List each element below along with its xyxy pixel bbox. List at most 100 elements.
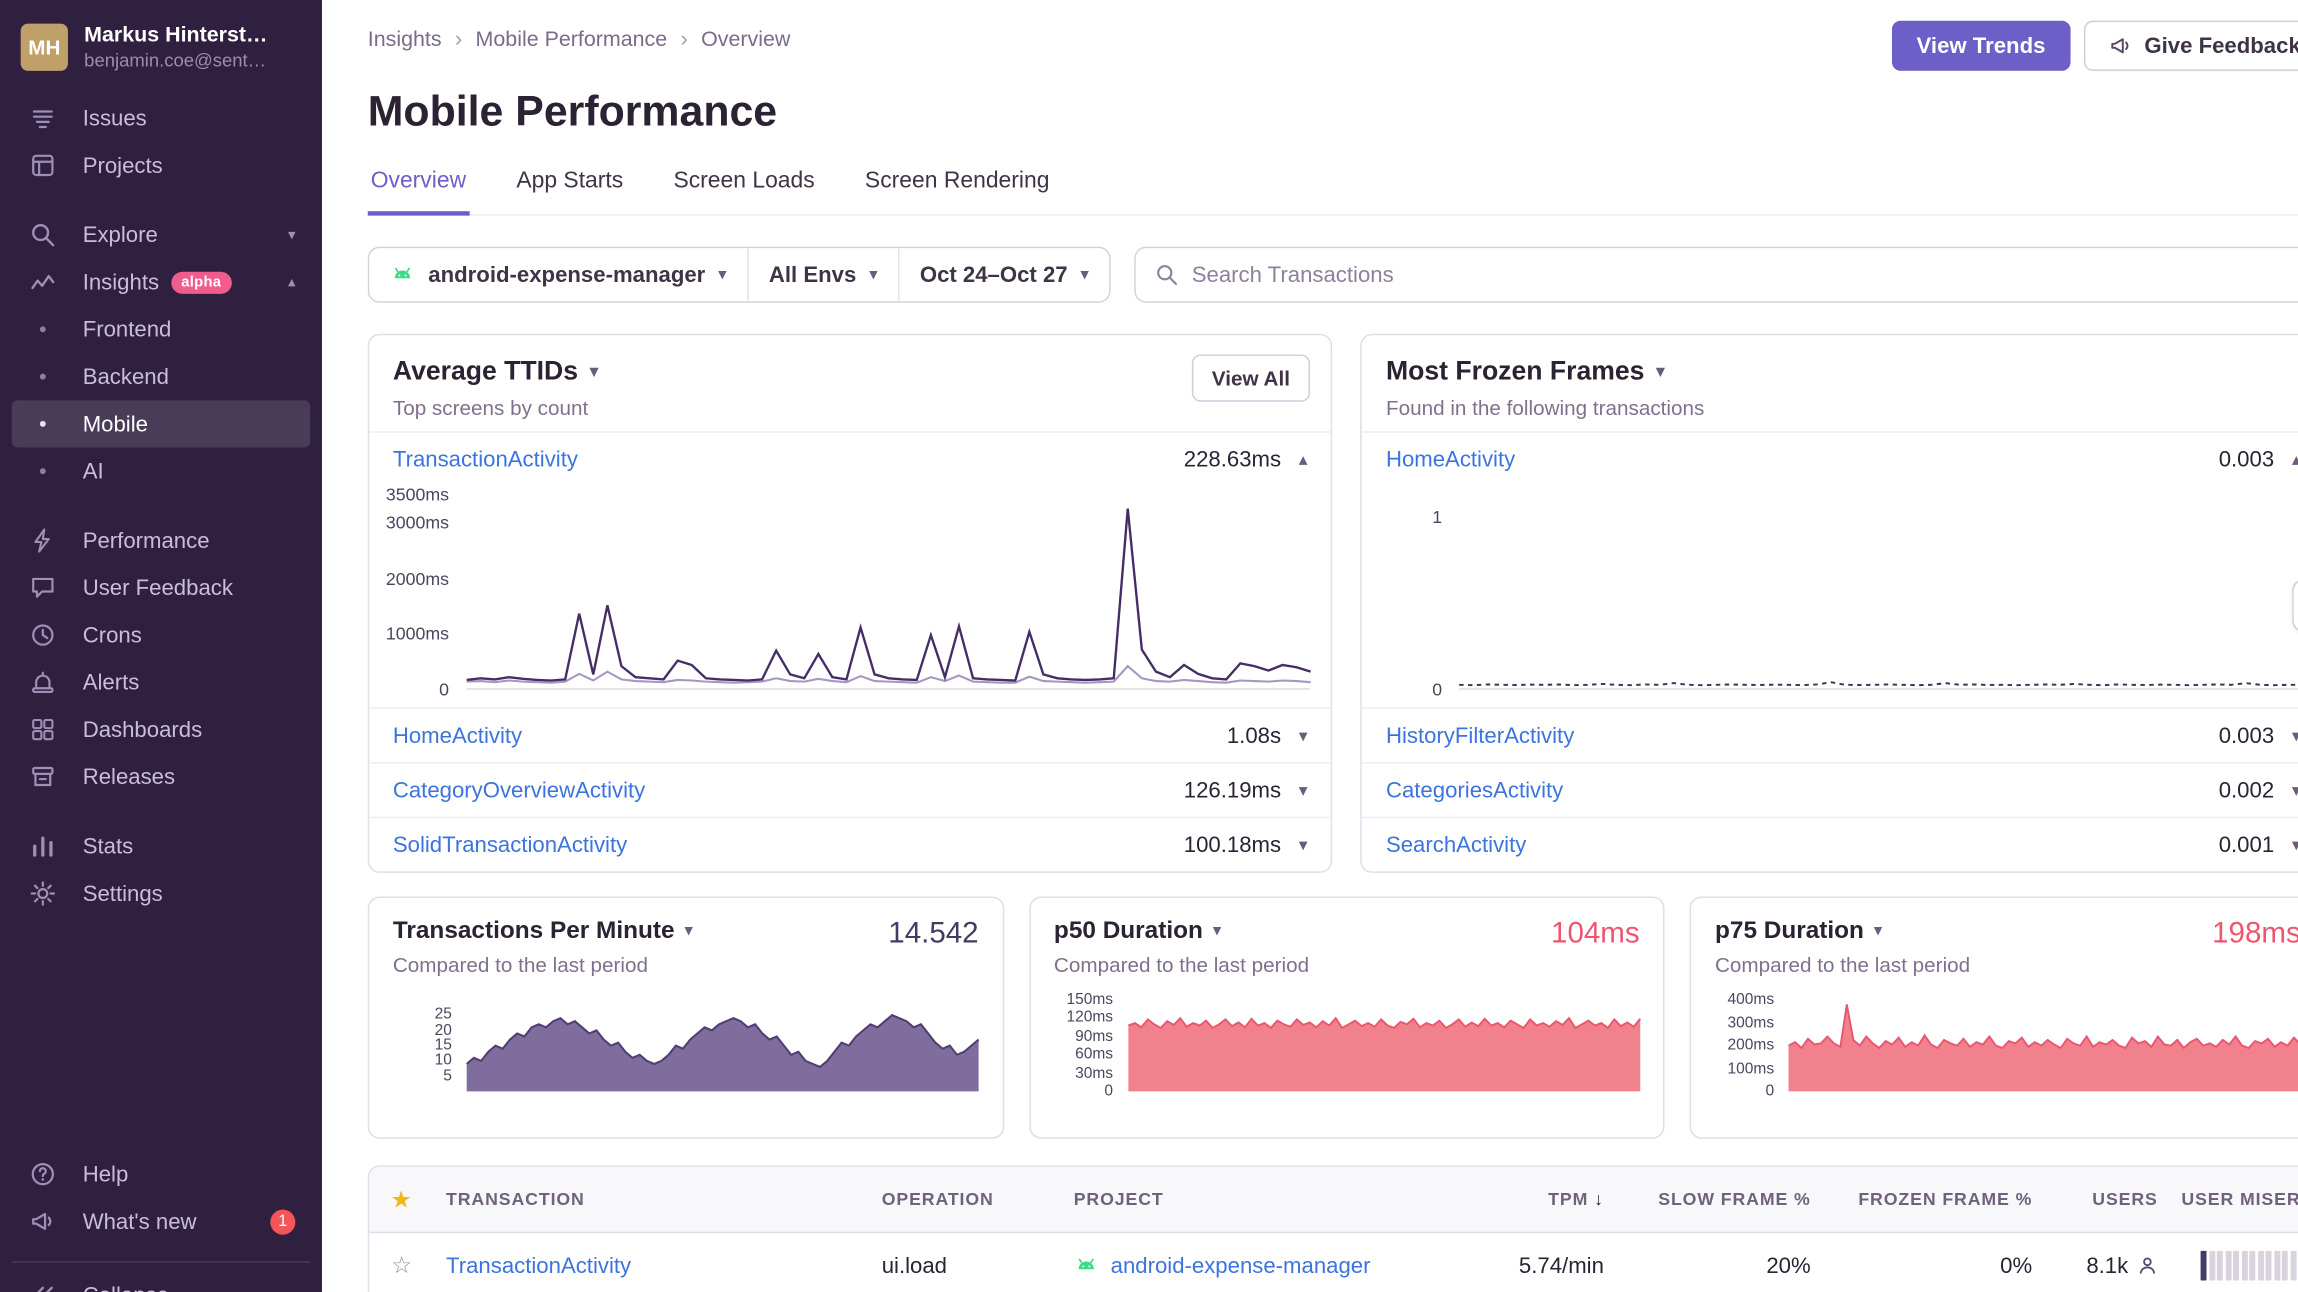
clock-icon xyxy=(30,622,57,649)
expand-row-icon[interactable]: ▾ xyxy=(2292,780,2298,801)
sidebar-item-dashboards[interactable]: Dashboards xyxy=(12,706,310,753)
ttid-chart: 3500ms3000ms2000ms1000ms0 xyxy=(369,486,1331,708)
expand-row-icon[interactable]: ▾ xyxy=(1299,780,1308,801)
sidebar-item-ai[interactable]: AI xyxy=(12,448,310,495)
th-user-misery[interactable]: USER MISERY xyxy=(2170,1189,2298,1210)
sidebar-item-crons[interactable]: Crons xyxy=(12,611,310,658)
transaction-link[interactable]: SearchActivity xyxy=(1386,832,1526,857)
give-feedback-button[interactable]: Give Feedback xyxy=(2084,21,2298,71)
th-slow-frame[interactable]: SLOW FRAME % xyxy=(1616,1189,1823,1210)
th-tpm[interactable]: TPM↓ xyxy=(1461,1189,1616,1210)
transaction-link[interactable]: TransactionActivity xyxy=(446,1253,631,1278)
breadcrumb-overview[interactable]: Overview xyxy=(701,27,790,51)
sidebar-item-explore[interactable]: Explore ▾ xyxy=(12,211,310,258)
sidebar-item-performance[interactable]: Performance xyxy=(12,517,310,564)
bar-chart-icon xyxy=(30,833,57,860)
star-header-icon[interactable]: ★ xyxy=(392,1187,411,1211)
transactions-table: ★ TRANSACTION OPERATION PROJECT TPM↓ SLO… xyxy=(368,1165,2298,1292)
sidebar-item-insights[interactable]: Insights alpha ▴ xyxy=(12,258,310,305)
explore-icon xyxy=(30,222,57,249)
ttid-row-category-overview-activity: CategoryOverviewActivity 126.19ms ▾ xyxy=(369,762,1331,817)
transaction-link[interactable]: CategoryOverviewActivity xyxy=(393,778,645,803)
sidebar-item-releases[interactable]: Releases xyxy=(12,753,310,800)
y-axis-labels: 150ms120ms90ms60ms30ms0 xyxy=(1054,1000,1122,1092)
page-title: Mobile Performance xyxy=(368,89,2298,138)
panel-subtitle: Found in the following transactions xyxy=(1386,396,2298,420)
expand-row-icon[interactable]: ▾ xyxy=(2292,834,2298,855)
chevron-down-icon[interactable]: ▾ xyxy=(1656,362,1664,381)
sidebar-item-projects[interactable]: Projects xyxy=(12,142,310,189)
breadcrumb: Insights › Mobile Performance › Overview xyxy=(368,27,791,52)
transaction-link[interactable]: HomeActivity xyxy=(393,723,522,748)
th-operation[interactable]: OPERATION xyxy=(870,1189,1062,1210)
view-all-button[interactable]: View All xyxy=(1191,354,1311,401)
view-trends-button[interactable]: View Trends xyxy=(1891,21,2070,71)
transaction-link[interactable]: TransactionActivity xyxy=(393,447,578,472)
chevron-down-icon: ▾ xyxy=(870,267,877,283)
panel-subtitle: Top screens by count xyxy=(393,396,1308,420)
sidebar-item-mobile[interactable]: Mobile xyxy=(12,400,310,447)
chevron-down-icon[interactable]: ▾ xyxy=(1213,923,1220,939)
feedback-bubble-icon xyxy=(30,575,57,602)
floating-feedback-button[interactable] xyxy=(2292,579,2298,632)
sidebar-collapse-button[interactable]: Collapse xyxy=(12,1272,310,1292)
search-icon xyxy=(1155,263,1179,287)
bullet-icon xyxy=(30,374,57,380)
tab-app-starts[interactable]: App Starts xyxy=(513,168,626,215)
main-content: Insights › Mobile Performance › Overview… xyxy=(322,0,2298,1292)
operation-cell: ui.load xyxy=(870,1253,1062,1278)
project-selector[interactable]: android-expense-manager ▾ xyxy=(369,248,748,301)
environment-selector[interactable]: All Envs ▾ xyxy=(748,248,899,301)
th-frozen-frame[interactable]: FROZEN FRAME % xyxy=(1822,1189,2044,1210)
tab-screen-loads[interactable]: Screen Loads xyxy=(670,168,817,215)
sidebar-item-stats[interactable]: Stats xyxy=(12,823,310,870)
sidebar-item-issues[interactable]: Issues xyxy=(12,95,310,142)
collapse-row-icon[interactable]: ▴ xyxy=(1299,449,1308,470)
tpm-cell: 5.74/min xyxy=(1461,1253,1616,1278)
chevron-down-icon[interactable]: ▾ xyxy=(685,923,692,939)
panel-title: Most Frozen Frames xyxy=(1386,356,1645,387)
date-range-selector[interactable]: Oct 24–Oct 27 ▾ xyxy=(899,248,1109,301)
sidebar-item-alerts[interactable]: Alerts xyxy=(12,659,310,706)
sidebar-item-help[interactable]: Help xyxy=(12,1151,310,1198)
chevron-right-icon: › xyxy=(680,27,687,52)
th-transaction[interactable]: TRANSACTION xyxy=(434,1189,870,1210)
frozen-row-search-activity: SearchActivity 0.001 ▾ xyxy=(1362,817,2298,872)
sidebar-item-settings[interactable]: Settings xyxy=(12,870,310,917)
breadcrumb-mobile-performance[interactable]: Mobile Performance xyxy=(476,27,668,51)
star-toggle-icon[interactable]: ☆ xyxy=(391,1254,412,1279)
panel-title: Average TTIDs xyxy=(393,356,578,387)
chevron-down-icon: ▾ xyxy=(288,227,295,243)
sidebar-item-backend[interactable]: Backend xyxy=(12,353,310,400)
tab-screen-rendering[interactable]: Screen Rendering xyxy=(862,168,1052,215)
search-input[interactable] xyxy=(1192,262,2298,287)
chevron-down-icon[interactable]: ▾ xyxy=(590,362,598,381)
transaction-link[interactable]: HomeActivity xyxy=(1386,447,1515,472)
slow-frame-cell: 20% xyxy=(1616,1253,1823,1278)
user-menu[interactable]: MH Markus Hinterst… benjamin.coe@sent… xyxy=(0,0,322,89)
collapse-row-icon[interactable]: ▴ xyxy=(2292,449,2298,470)
project-link[interactable]: android-expense-manager xyxy=(1111,1253,1371,1278)
th-users[interactable]: USERS xyxy=(2044,1189,2170,1210)
sidebar: MH Markus Hinterst… benjamin.coe@sent… I… xyxy=(0,0,322,1292)
transaction-link[interactable]: HistoryFilterActivity xyxy=(1386,723,1574,748)
sidebar-item-frontend[interactable]: Frontend xyxy=(12,306,310,353)
transaction-link[interactable]: CategoriesActivity xyxy=(1386,778,1563,803)
chevron-down-icon[interactable]: ▾ xyxy=(1874,923,1881,939)
tab-overview[interactable]: Overview xyxy=(368,168,469,215)
collapse-chevrons-icon xyxy=(30,1282,57,1292)
tpm-value: 14.542 xyxy=(888,917,978,951)
tab-bar: Overview App Starts Screen Loads Screen … xyxy=(368,168,2298,215)
frozen-row-history-filter-activity: HistoryFilterActivity 0.003 ▾ xyxy=(1362,707,2298,762)
sidebar-nav: Issues Projects Explore ▾ Insights alpha… xyxy=(0,89,322,923)
user-email: benjamin.coe@sent… xyxy=(84,50,267,71)
expand-row-icon[interactable]: ▾ xyxy=(2292,725,2298,746)
ttid-row-transaction-activity: TransactionActivity 228.63ms ▴ xyxy=(369,431,1331,486)
sidebar-item-whats-new[interactable]: What's new 1 xyxy=(12,1198,310,1245)
breadcrumb-insights[interactable]: Insights xyxy=(368,27,442,51)
th-project[interactable]: PROJECT xyxy=(1062,1189,1461,1210)
transaction-link[interactable]: SolidTransactionActivity xyxy=(393,832,627,857)
sidebar-item-user-feedback[interactable]: User Feedback xyxy=(12,564,310,611)
expand-row-icon[interactable]: ▾ xyxy=(1299,834,1308,855)
expand-row-icon[interactable]: ▾ xyxy=(1299,725,1308,746)
